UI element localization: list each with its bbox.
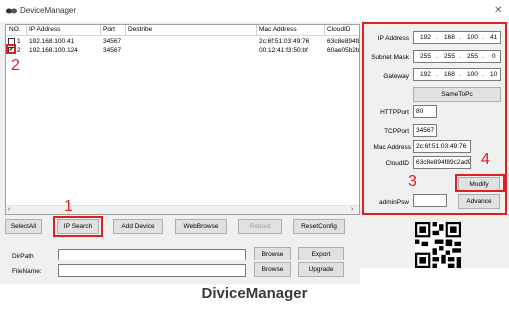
ip-search-highlight [53,216,103,237]
row-mac: 2c:6f:51:03:49:76 [259,38,310,45]
select-all-button[interactable]: SelectAll [5,219,42,234]
web-browse-button[interactable]: WebBrowse [175,219,227,234]
annotation-number-3: 3 [408,173,417,190]
dirpath-label: DirPath [12,253,34,260]
row-port: 34567 [103,47,122,54]
scroll-right-icon[interactable]: › [351,206,353,213]
add-device-button[interactable]: Add Device [113,219,163,234]
row-ip: 192.168.100.41 [29,38,75,45]
annotation-number-1: 1 [64,198,73,215]
reboot-button[interactable]: Reboot [238,219,282,234]
column-header-cloudid[interactable]: CloudID [327,26,350,33]
checkbox-highlight [6,44,16,54]
image-caption: DiviceManager [201,285,308,302]
bottom-strip: FileName: Browse Upgrade [0,260,360,284]
filename-input[interactable] [58,264,246,277]
upgrade-button[interactable]: Upgrade [298,262,344,277]
row-number: 1 [17,38,21,45]
annotation-number-4: 4 [481,151,490,168]
table-row[interactable]: 1 192.168.100.41 34567 2c:6f:51:03:49:76… [6,37,359,46]
row-number: 2 [17,47,21,54]
reset-config-button[interactable]: ResetConfig [293,219,345,234]
device-list[interactable]: NO. IP Address Port Destribe Mac Address… [5,24,360,215]
column-header-mac[interactable]: Mac Address [259,26,297,33]
window-title: DeviceManager [20,6,77,15]
filename-label: FileName: [12,268,42,275]
app-icon [6,8,17,14]
row-cloudid: 60ae05b2bca [327,47,359,54]
scroll-left-icon[interactable]: ‹ [8,206,10,213]
annotation-number-2: 2 [11,57,20,74]
row-cloudid: 63c8e894f89 [327,38,359,45]
qr-code-icon [415,222,461,268]
horizontal-scrollbar[interactable]: ‹ › [6,205,359,214]
column-header-no[interactable]: NO. [9,26,21,33]
column-header-port[interactable]: Port [103,26,115,33]
row-mac: 00:12:41:f3:50:bf [259,47,308,54]
browse-filename-button[interactable]: Browse [254,262,291,277]
table-row[interactable]: ✔ 2 192.168.100.124 34567 00:12:41:f3:50… [6,46,359,55]
modify-highlight [455,174,505,192]
column-header-ip[interactable]: IP Address [29,26,60,33]
list-header: NO. IP Address Port Destribe Mac Address… [6,25,359,36]
title-bar: DeviceManager ✕ [0,0,509,22]
column-header-describe[interactable]: Destribe [128,26,152,33]
row-port: 34567 [103,38,122,45]
close-icon[interactable]: ✕ [494,5,502,16]
row-ip: 192.168.100.124 [29,47,78,54]
